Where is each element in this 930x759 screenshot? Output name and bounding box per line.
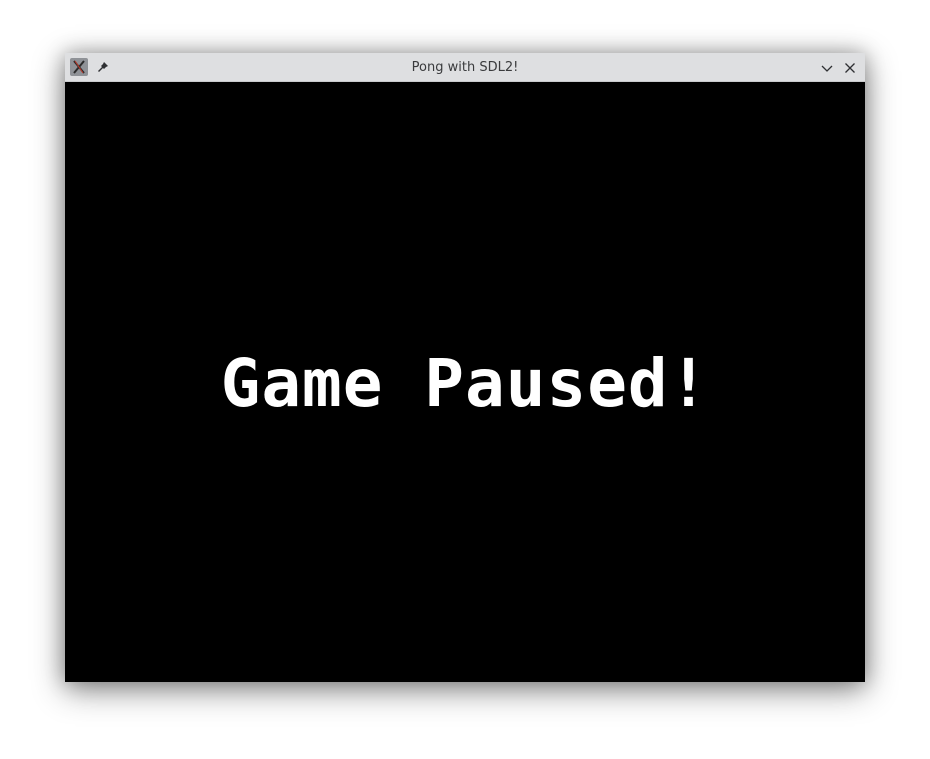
pin-icon[interactable] bbox=[95, 59, 111, 75]
minimize-button[interactable] bbox=[817, 58, 837, 78]
app-window: Pong with SDL2! Game Paused! bbox=[65, 53, 865, 682]
window-title: Pong with SDL2! bbox=[411, 60, 519, 75]
x-app-icon[interactable] bbox=[70, 58, 88, 76]
close-button[interactable] bbox=[840, 58, 860, 78]
chevron-down-icon bbox=[821, 65, 833, 72]
game-canvas[interactable]: Game Paused! bbox=[65, 82, 865, 682]
pause-message: Game Paused! bbox=[220, 345, 710, 422]
close-icon bbox=[845, 63, 855, 73]
title-bar[interactable]: Pong with SDL2! bbox=[65, 53, 865, 82]
